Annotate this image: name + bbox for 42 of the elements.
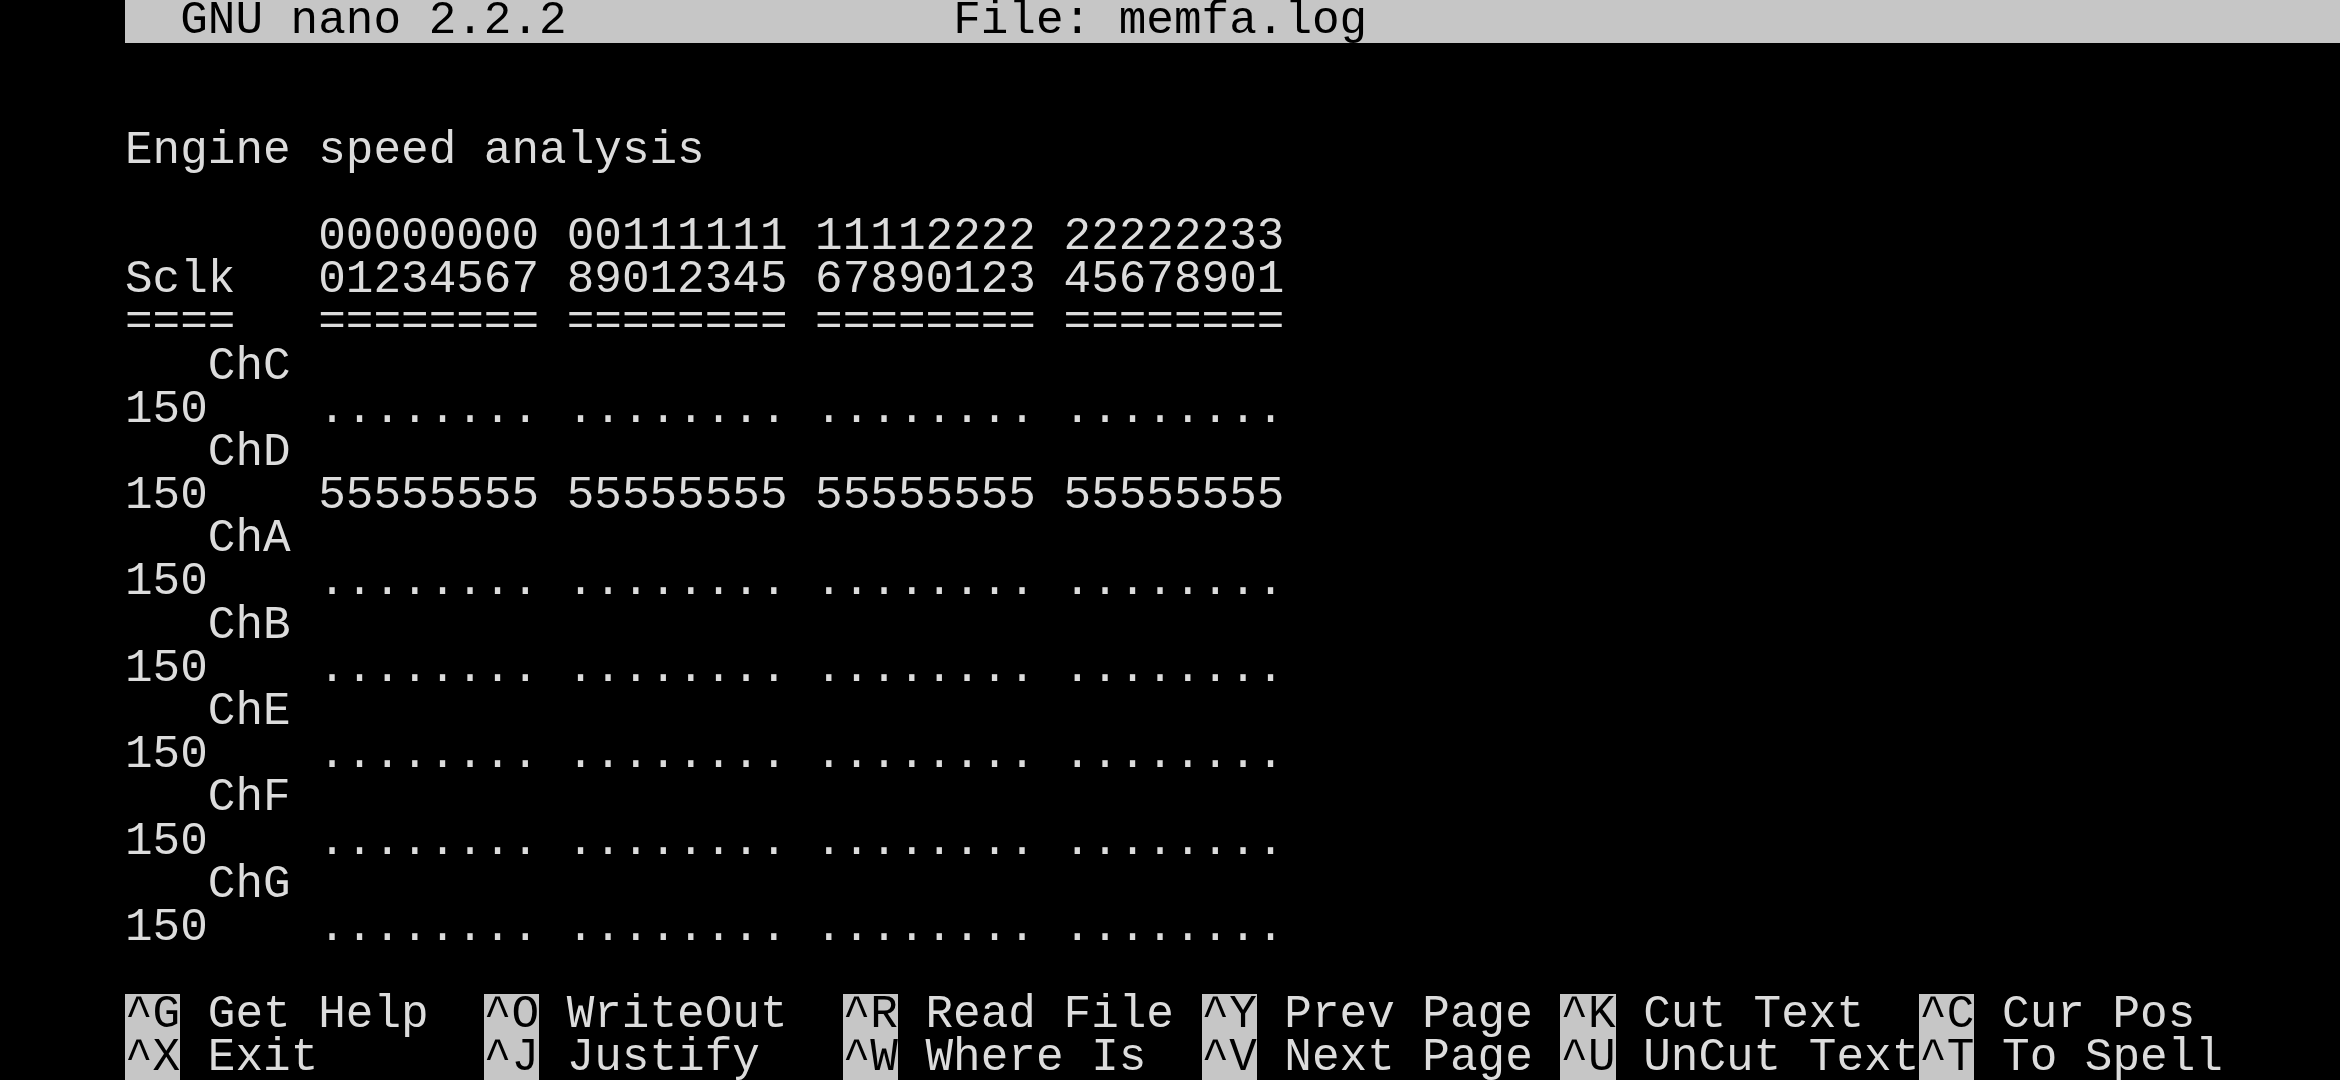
- shortcut-key: ^V: [1201, 1036, 1257, 1080]
- heading-text: Engine speed analysis: [125, 129, 705, 173]
- log-line: 00000000 00111111 11112222 22222233: [317, 215, 1285, 260]
- shortcut-key: ^O: [483, 993, 540, 1037]
- shortcut-label: Get Help: [207, 993, 429, 1037]
- shortcut-key: ^T: [1919, 1036, 1975, 1080]
- shortcut-label: UnCut Text: [1643, 1036, 1920, 1080]
- log-line: 150 ........ ........ ........ ........: [125, 820, 1285, 864]
- shortcut-label: Cut Text: [1643, 993, 1865, 1037]
- log-line: 150 ........ ........ ........ ........: [125, 647, 1285, 691]
- log-line: ChA: [206, 518, 291, 562]
- shortcut-key: ^R: [842, 993, 898, 1037]
- shortcut-key: ^Y: [1201, 993, 1257, 1037]
- log-line: 150 ........ ........ ........ ........: [125, 388, 1285, 432]
- shortcut-key: ^U: [1560, 1036, 1616, 1080]
- log-line: ==== ======== ======== ======== ========: [125, 302, 1285, 346]
- log-line: ChC: [206, 345, 291, 389]
- shortcut-key: ^G: [125, 993, 181, 1037]
- log-line: 150 ........ ........ ........ ........: [125, 906, 1285, 951]
- file-name: File: memfa.log: [953, 0, 1368, 44]
- log-line: ChG: [206, 863, 291, 907]
- log-line: ChB: [206, 604, 291, 648]
- log-line: 150 ........ ........ ........ ........: [125, 561, 1285, 605]
- shortcut-label: To Spell: [2002, 1036, 2223, 1080]
- log-line: ChF: [206, 777, 291, 821]
- log-line: Sclk 01234567 89012345 67890123 45678901: [125, 259, 1285, 303]
- shortcut-label: Next Page: [1284, 1036, 1533, 1080]
- shortcut-key: ^K: [1560, 993, 1616, 1037]
- shortcut-label: Prev Page: [1284, 993, 1533, 1037]
- shortcut-label: Where Is: [925, 1036, 1147, 1080]
- shortcut-label: Justify: [566, 1036, 760, 1080]
- shortcut-label: Cur Pos: [2002, 993, 2196, 1037]
- shortcut-key: ^J: [483, 1036, 540, 1080]
- shortcut-label: Exit: [207, 1036, 319, 1080]
- shortcut-key: ^W: [842, 1036, 898, 1080]
- log-line: ChE: [206, 691, 291, 735]
- shortcut-label: WriteOut: [566, 993, 788, 1037]
- shortcut-key: ^X: [125, 1036, 181, 1080]
- app-version: GNU nano 2.2.2: [180, 0, 568, 44]
- log-line: ChD: [206, 431, 291, 476]
- shortcut-label: Read File: [925, 993, 1174, 1037]
- shortcut-key: ^C: [1919, 993, 1975, 1037]
